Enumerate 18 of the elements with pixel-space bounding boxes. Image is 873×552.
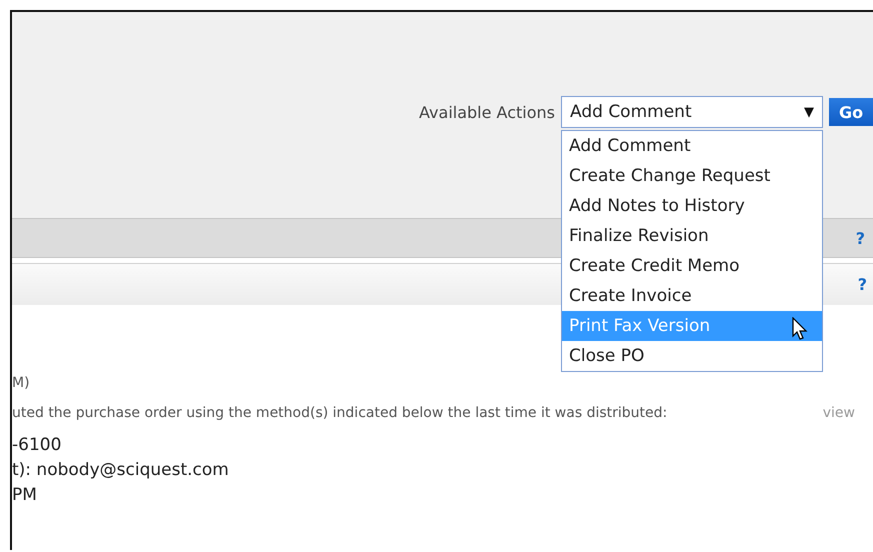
value-text: -6100 [12,435,62,455]
menu-option[interactable]: Create Invoice [562,281,822,311]
menu-option[interactable]: Close PO [562,341,822,371]
menu-option[interactable]: Finalize Revision [562,221,822,251]
pointer-icon [792,317,808,341]
note-text: uted the purchase order using the method(s) indicated below the last time it was distributed: [12,405,668,421]
go-button[interactable]: Go [829,98,873,126]
actions-select[interactable]: Add Comment ▼ [561,96,823,128]
actions-label: Available Actions [419,102,555,122]
note-text: M) [12,375,30,391]
menu-option[interactable]: Add Comment [562,131,822,161]
help-icon[interactable]: ? [856,228,865,248]
value-text: PM [12,485,37,505]
value-text: t): nobody@sciquest.com [12,460,229,480]
menu-option[interactable]: Create Credit Memo [562,251,822,281]
menu-option[interactable]: Create Change Request [562,161,822,191]
menu-option[interactable]: Add Notes to History [562,191,822,221]
help-icon[interactable]: ? [858,275,867,294]
